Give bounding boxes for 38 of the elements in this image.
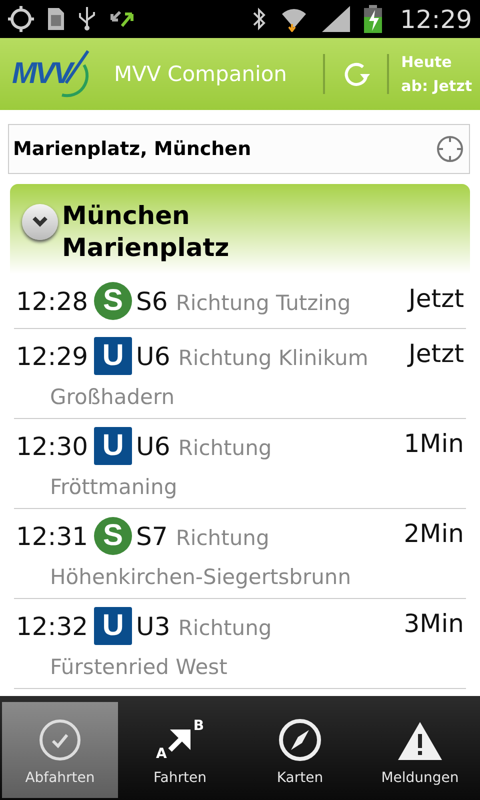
- station-name: Marienplatz: [62, 233, 230, 262]
- arrow-icon: [168, 728, 192, 752]
- wifi-icon: [280, 6, 308, 32]
- nav-tab[interactable]: A B Fahrten: [122, 702, 238, 798]
- departure-text[interactable]: 12:28 S S6 Richtung Tutzing: [16, 282, 401, 324]
- signal-icon: [322, 6, 350, 32]
- nav-tab[interactable]: Karten: [242, 702, 358, 798]
- bluetooth-icon: [252, 6, 266, 32]
- departure-text[interactable]: 12:29 U U6 Richtung Klinikum Großhadern: [16, 337, 401, 414]
- locate-icon[interactable]: [435, 134, 465, 164]
- search-field[interactable]: Marienplatz, München: [8, 124, 470, 174]
- sync-arrows-icon: [110, 8, 134, 30]
- expand-button[interactable]: [22, 204, 58, 240]
- route-letter: B: [193, 718, 204, 734]
- warning-icon: [397, 720, 443, 762]
- departure-text[interactable]: 12:32 U U3 Richtung Fürstenried West: [16, 607, 396, 684]
- departure-text[interactable]: 12:30 U U6 Richtung Fröttmaning: [16, 427, 396, 504]
- gps-icon: [8, 6, 34, 32]
- wait-time: Jetzt: [408, 283, 464, 315]
- search-input[interactable]: Marienplatz, München: [13, 138, 435, 160]
- compass-icon: [278, 718, 322, 762]
- departure-text[interactable]: 12:31 S S7 Richtung Höhenkirchen-Siegertsbrunn: [16, 517, 396, 594]
- usb-icon: [78, 7, 96, 31]
- wait-time: 3Min: [404, 608, 464, 640]
- wait-time: 2Min: [404, 518, 464, 550]
- sim-card-icon: [48, 8, 64, 30]
- nav-tab[interactable]: Abfahrten: [2, 702, 118, 798]
- battery-charging-icon: [364, 5, 382, 33]
- mvv-logo: MVV: [12, 49, 92, 99]
- station-name: München: [62, 201, 190, 230]
- clock-time: 12:29: [400, 4, 472, 34]
- clock-icon: [38, 718, 82, 762]
- wait-time: 1Min: [404, 428, 464, 460]
- nav-tab[interactable]: Meldungen: [362, 702, 478, 798]
- wait-time: Jetzt: [408, 338, 464, 370]
- chevron-icon: [31, 215, 49, 229]
- app-title: MVV Companion: [114, 62, 288, 86]
- route-letter: A: [156, 746, 167, 762]
